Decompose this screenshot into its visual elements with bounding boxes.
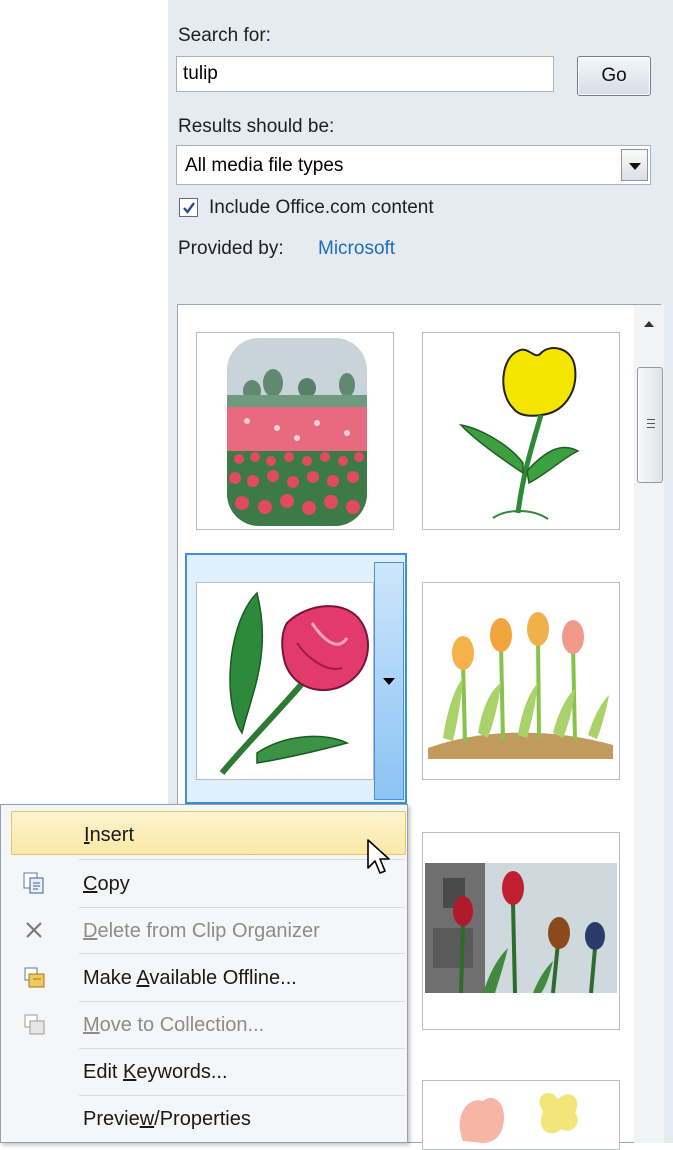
menu-item-label: Delete from Clip Organizer — [83, 920, 320, 942]
red-tulip-image — [219, 591, 370, 775]
menu-item-preview-properties[interactable]: Preview/Properties — [11, 1096, 406, 1140]
tulip-photo-image — [425, 863, 617, 994]
result-tile-tulip-row[interactable] — [422, 582, 620, 780]
context-menu: Insert Copy Delete from Clip Organizer M… — [0, 804, 408, 1143]
search-for-label: Search for: — [178, 25, 271, 46]
result-tile-yellow-tulip[interactable] — [422, 332, 620, 530]
provided-by-label: Provided by: — [178, 238, 284, 259]
move-collection-icon — [21, 1011, 47, 1037]
media-type-select[interactable]: All media file types — [176, 145, 651, 185]
mouse-pointer-icon — [367, 839, 390, 874]
menu-item-label: Copy — [83, 873, 130, 895]
copy-icon — [21, 870, 47, 896]
result-tile-tulip-field[interactable] — [196, 332, 394, 530]
results-should-be-label: Results should be: — [178, 116, 335, 137]
result-dropdown-button[interactable] — [374, 562, 404, 800]
delete-x-icon — [21, 917, 47, 943]
pink-tulip-image — [459, 1092, 578, 1143]
menu-item-label: Move to Collection... — [83, 1014, 265, 1036]
scroll-up-icon[interactable] — [634, 305, 664, 345]
menu-item-make-offline[interactable]: Make Available Offline... — [11, 955, 406, 999]
menu-item-label: Make Available Offline... — [83, 967, 297, 989]
go-button[interactable]: Go — [577, 56, 651, 96]
checkmark-icon — [183, 202, 195, 214]
menu-item-copy[interactable]: Copy — [11, 861, 406, 905]
microsoft-link[interactable]: Microsoft — [318, 238, 395, 260]
menu-item-label: Preview/Properties — [83, 1108, 251, 1130]
result-tile-pink-tulip[interactable] — [422, 1080, 620, 1150]
tulip-row-image — [428, 612, 613, 759]
results-scrollbar[interactable] — [634, 305, 664, 1143]
menu-item-move-collection: Move to Collection... — [11, 1002, 406, 1046]
search-input[interactable] — [176, 56, 554, 92]
result-tile-tulip-photo[interactable] — [422, 832, 620, 1030]
tulip-field-image — [227, 338, 367, 526]
scroll-thumb[interactable] — [637, 367, 663, 483]
menu-item-label: Edit Keywords... — [83, 1061, 228, 1083]
menu-item-insert[interactable]: Insert — [11, 811, 406, 855]
include-office-checkbox[interactable] — [179, 198, 198, 217]
yellow-tulip-image — [458, 347, 580, 520]
media-type-value: All media file types — [185, 155, 344, 176]
menu-item-label: Insert — [84, 824, 135, 846]
result-tile-red-tulip[interactable] — [196, 582, 374, 780]
chevron-down-icon[interactable] — [621, 149, 648, 181]
include-office-label: Include Office.com content — [209, 197, 434, 218]
menu-item-edit-keywords[interactable]: Edit Keywords... — [11, 1049, 406, 1093]
menu-item-delete: Delete from Clip Organizer — [11, 908, 406, 952]
make-offline-icon — [21, 964, 47, 990]
